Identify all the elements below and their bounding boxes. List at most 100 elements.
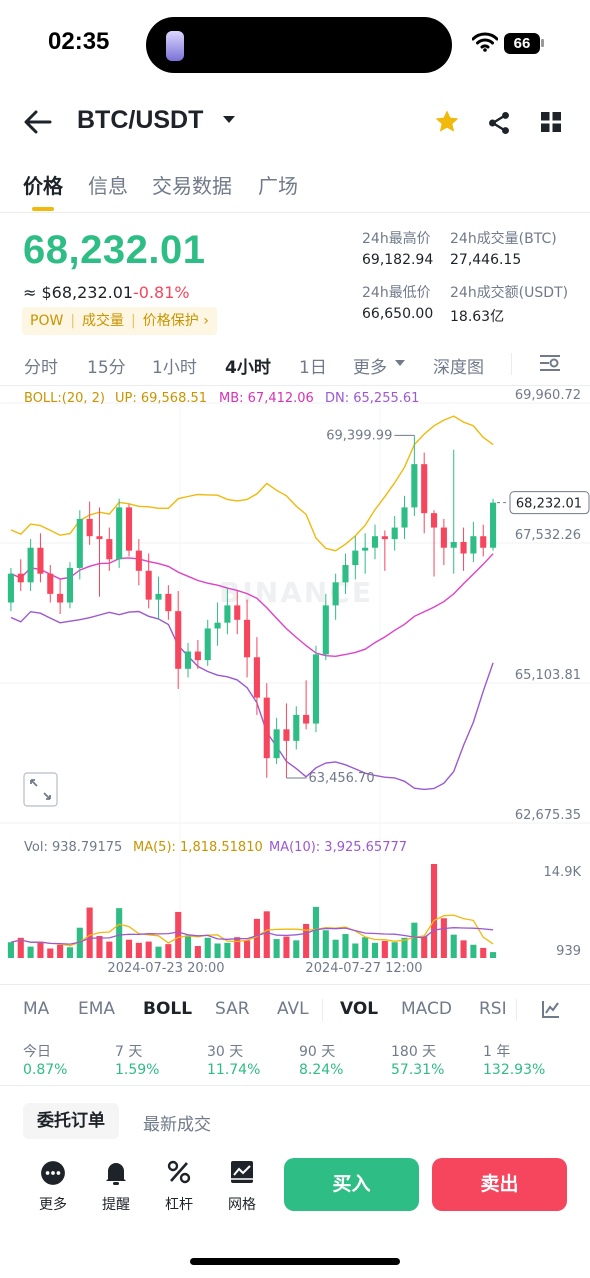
ind-sar[interactable]: SAR	[215, 999, 250, 1019]
pair-title[interactable]: BTC/USDT	[77, 106, 203, 135]
vol-ma5-label: MA(5): 1,818.51810	[133, 840, 263, 855]
tag-pow[interactable]: POW	[30, 313, 63, 329]
volume-bar	[234, 937, 241, 958]
candle-body	[253, 657, 260, 698]
candle-body	[165, 593, 172, 612]
ind-vol[interactable]: VOL	[340, 999, 378, 1019]
candle-body	[450, 541, 457, 548]
tf-depth[interactable]: 深度图	[433, 353, 484, 378]
tag-volume[interactable]: 成交量	[82, 313, 124, 329]
buy-button[interactable]: 买入	[284, 1158, 419, 1211]
tab-square[interactable]: 广场	[258, 170, 298, 199]
tag-strip[interactable]: POW | 成交量 | 价格保护 ›	[22, 307, 217, 335]
perf-label-7d: 7 天	[115, 1044, 143, 1060]
tf-4h[interactable]: 4小时	[225, 353, 271, 378]
tf-1h[interactable]: 1小时	[152, 353, 197, 378]
caret-down-icon[interactable]	[222, 115, 236, 125]
boll-lower-line	[10, 610, 494, 791]
volume-bar	[7, 942, 14, 958]
candle-body	[470, 536, 477, 554]
candle-body	[391, 527, 398, 540]
nav-more-label[interactable]: 更多	[28, 1194, 78, 1214]
vol-label: Vol: 938.79175	[24, 840, 122, 855]
candlestick-chart[interactable]: BOLL:(20, 2) UP: 69,568.51 MB: 67,412.06…	[0, 386, 590, 984]
candle-body	[283, 729, 290, 741]
volume-bar	[96, 935, 103, 958]
vol-min-label: 939	[556, 944, 581, 959]
leverage-icon[interactable]	[167, 1160, 191, 1184]
share-icon[interactable]	[486, 110, 512, 136]
ind-divider-2	[516, 999, 517, 1021]
tf-more[interactable]: 更多	[353, 353, 387, 378]
volume-bar	[135, 942, 142, 958]
nav-alert-label[interactable]: 提醒	[91, 1194, 141, 1214]
candle-body	[234, 605, 241, 620]
perf-label-today: 今日	[23, 1044, 51, 1060]
tab-active-indicator	[32, 207, 54, 211]
date-label-1: 2024-07-23 20:00	[107, 961, 224, 976]
tag-price-protection[interactable]: 价格保护 ›	[143, 313, 209, 329]
chart-settings-icon[interactable]	[539, 353, 561, 373]
volume-bar	[322, 930, 329, 958]
ind-boll[interactable]: BOLL	[143, 999, 192, 1019]
ind-ema[interactable]: EMA	[78, 999, 115, 1019]
date-label-2: 2024-07-27 12:00	[305, 961, 422, 976]
grid-trading-icon[interactable]	[230, 1160, 254, 1184]
perf-value-today: 0.87%	[23, 1062, 68, 1078]
nav-margin-label[interactable]: 杠杆	[154, 1194, 204, 1214]
volume-bar	[194, 946, 201, 958]
back-arrow-icon[interactable]	[24, 109, 52, 135]
tab-info[interactable]: 信息	[88, 170, 128, 199]
volume-bar	[411, 922, 418, 958]
boll-upper-line	[10, 415, 494, 552]
more-caret-icon[interactable]	[394, 359, 406, 368]
volume-bar	[66, 947, 74, 958]
ind-avl[interactable]: AVL	[277, 999, 309, 1019]
candle-body	[273, 729, 280, 759]
candle-body	[125, 507, 133, 551]
more-dots-icon[interactable]	[40, 1160, 66, 1186]
tf-line[interactable]: 分时	[24, 353, 58, 378]
candle-body	[371, 536, 379, 548]
tab-trading-data[interactable]: 交易数据	[152, 170, 232, 199]
candle-body	[184, 651, 192, 669]
sell-button[interactable]: 卖出	[432, 1158, 567, 1211]
layout-grid-icon[interactable]	[539, 110, 563, 134]
volume-bar	[27, 946, 34, 958]
nav-grid-label[interactable]: 网格	[217, 1194, 267, 1214]
volume-bar	[371, 942, 379, 958]
candle-body	[244, 619, 251, 658]
perf-label-180d: 180 天	[391, 1044, 437, 1060]
indicator-settings-icon[interactable]	[541, 999, 561, 1019]
volume-bar	[204, 937, 211, 958]
tab-open-orders[interactable]: 委托订单	[23, 1103, 119, 1139]
vol-ma10-label: MA(10): 3,925.65777	[269, 840, 407, 855]
volume-ma-lines	[10, 914, 494, 947]
perf-label-30d: 30 天	[207, 1044, 244, 1060]
bell-icon[interactable]	[104, 1160, 128, 1186]
candle-body	[37, 547, 44, 574]
y-axis-labels: 69,960.72 67,532.26 65,103.81 62,675.35	[515, 388, 581, 823]
tab-latest-trades[interactable]: 最新成交	[143, 1110, 211, 1135]
favorite-star-icon[interactable]	[433, 108, 461, 136]
volume-bar	[283, 936, 290, 958]
ind-divider	[322, 999, 323, 1021]
fullscreen-icon[interactable]	[23, 772, 58, 807]
volume-bar	[293, 940, 300, 958]
candle-body	[293, 714, 300, 741]
volume-bar	[125, 939, 133, 958]
tf-1d[interactable]: 1日	[299, 353, 327, 378]
perf-value-30d: 11.74%	[207, 1062, 261, 1078]
low-marker-label: 63,456.70	[308, 771, 374, 786]
tf-15m[interactable]: 15分	[87, 353, 126, 378]
candle-body	[342, 565, 349, 583]
volume-bar	[175, 911, 182, 958]
high-label: 24h最高价	[362, 231, 431, 247]
wifi-icon	[472, 32, 498, 52]
ind-ma[interactable]: MA	[23, 999, 49, 1019]
perf-value-180d: 57.31%	[391, 1062, 445, 1078]
ind-rsi[interactable]: RSI	[479, 999, 507, 1019]
ind-macd[interactable]: MACD	[401, 999, 452, 1019]
candle-body	[381, 536, 388, 540]
tab-price[interactable]: 价格	[23, 170, 63, 199]
